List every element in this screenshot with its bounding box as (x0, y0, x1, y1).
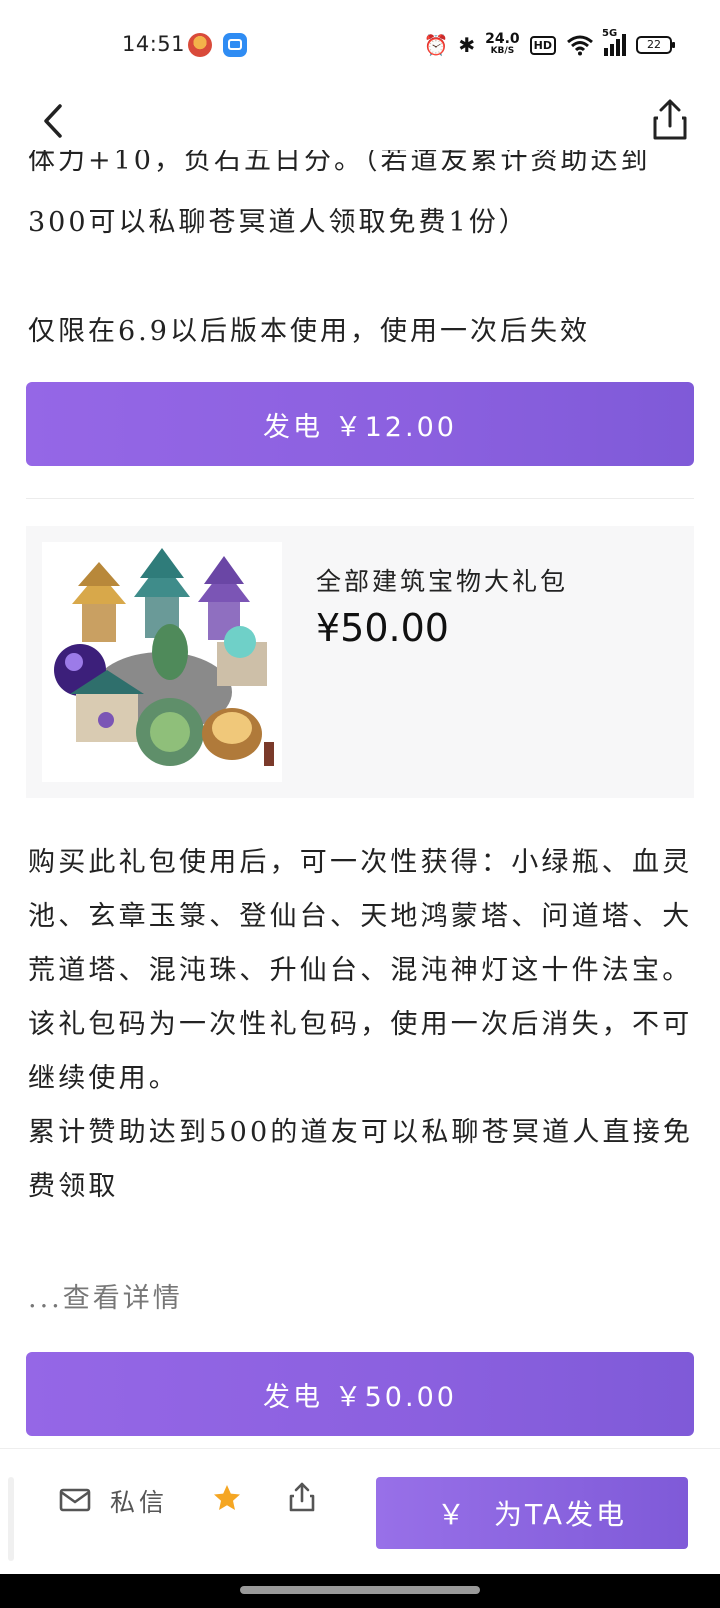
bottom-action-bar: 私信 ￥ 为TA发电 (0, 1448, 720, 1575)
home-indicator[interactable] (240, 1586, 480, 1594)
status-icons: ⏰ ✱ 24.0 KB/S HD 5G 22 (423, 28, 675, 60)
description-partial-line: 体力+10，负石五日分。（若道友累计资助达到 (28, 150, 698, 184)
app-notification-icon (188, 33, 212, 57)
bluetooth-icon: ✱ (458, 33, 476, 57)
product-description: 购买此礼包使用后，可一次性获得：小绿瓶、血灵池、玄章玉箓、登仙台、天地鸿蒙塔、问… (28, 836, 700, 1214)
wifi-icon (566, 34, 594, 56)
status-time: 14:51 (122, 32, 186, 56)
description-partial-text: 体力+10，负石五日分。（若道友累计资助达到 (28, 150, 651, 176)
charge-for-creator-button[interactable]: ￥ 为TA发电 (376, 1477, 688, 1549)
view-details-link[interactable]: ...查看详情 (28, 1276, 183, 1315)
share-icon[interactable] (288, 1481, 316, 1513)
description-line: 300可以私聊苍冥道人领取免费1份） (28, 207, 529, 238)
signal-tag: 5G (602, 28, 618, 39)
yuan-icon: ￥ (436, 1498, 468, 1531)
network-speed: 24.0 KB/S (485, 31, 520, 57)
battery-icon: 22 (636, 36, 675, 54)
charge-for-creator-label: 为TA发电 (493, 1498, 628, 1531)
divider (26, 498, 694, 499)
status-bar: 14:51 ⏰ ✱ 24.0 KB/S HD 5G 22 (0, 0, 720, 92)
product-title: 全部建筑宝物大礼包 (316, 567, 569, 596)
product-card[interactable]: 全部建筑宝物大礼包 ¥50.00 (26, 526, 694, 798)
star-icon[interactable] (212, 1483, 242, 1513)
cellular-signal-icon: 5G (602, 28, 626, 56)
network-speed-value: 24.0 (485, 31, 520, 47)
alarm-icon: ⏰ (423, 33, 449, 57)
mail-icon[interactable] (58, 1483, 92, 1517)
hd-badge: HD (529, 35, 556, 55)
description-paragraph: 购买此礼包使用后，可一次性获得：小绿瓶、血灵池、玄章玉箓、登仙台、天地鸿蒙塔、问… (28, 847, 693, 986)
charge-button-12[interactable]: 发电 ￥12.00 (26, 382, 694, 466)
charge-button-50[interactable]: 发电 ￥50.00 (26, 1352, 694, 1436)
usage-restriction-text: 仅限在6.9以后版本使用，使用一次后失效 (28, 316, 590, 347)
share-icon[interactable] (650, 98, 690, 142)
product-image (42, 542, 282, 782)
network-speed-unit: KB/S (490, 46, 515, 56)
description-paragraph: 该礼包码为一次性礼包码，使用一次后消失，不可继续使用。 (28, 1009, 693, 1094)
product-price: ¥50.00 (316, 606, 449, 650)
private-message-label[interactable]: 私信 (110, 1483, 168, 1519)
back-icon[interactable] (36, 100, 72, 142)
app-notification-icon-2 (223, 33, 247, 57)
edge-handle (8, 1477, 14, 1561)
description-paragraph: 累计赞助达到500的道友可以私聊苍冥道人直接免费领取 (28, 1117, 694, 1202)
